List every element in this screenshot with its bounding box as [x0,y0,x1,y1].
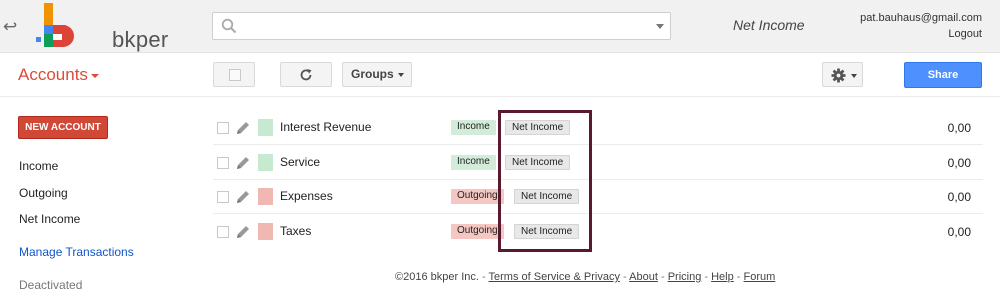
account-name[interactable]: Expenses [280,189,333,203]
top-header: ↩ bkper Net Income pat.bauhaus@gmail.com… [0,0,1000,53]
footer-separator: - [660,271,668,283]
user-email: pat.bauhaus@gmail.com [860,12,982,24]
accounts-menu[interactable]: Accounts [18,65,99,85]
sidebar-item-income[interactable]: Income [19,159,58,173]
account-color-swatch [258,223,273,240]
pencil-icon[interactable] [235,189,251,205]
row-checkbox[interactable] [217,226,229,238]
account-color-swatch [258,188,273,205]
logout-link[interactable]: Logout [948,28,982,40]
account-type-badge: Income [451,155,496,170]
pencil-icon[interactable] [235,155,251,171]
account-type-badge: Outgoing [451,224,504,239]
account-type-badge: Outgoing [451,189,504,204]
account-name[interactable]: Service [280,155,320,169]
table-row[interactable]: Interest Revenue Income Net Income 0,00 [213,111,983,145]
account-name[interactable]: Taxes [280,224,311,238]
footer-separator: - [736,271,744,283]
chevron-down-icon [397,72,404,77]
search-input[interactable] [245,16,645,36]
groups-button[interactable]: Groups [342,62,412,87]
book-name: Net Income [733,17,805,33]
table-row[interactable]: Expenses Outgoing Net Income 0,00 [213,180,983,214]
sidebar-item-net-income[interactable]: Net Income [19,212,80,226]
footer-link-forum[interactable]: Forum [744,271,776,283]
gear-icon [831,68,846,83]
account-type-badge: Income [451,120,496,135]
logo-mark-icon [36,3,74,47]
row-checkbox[interactable] [217,157,229,169]
row-checkbox[interactable] [217,191,229,203]
footer-link-pricing[interactable]: Pricing [668,271,702,283]
account-balance: 0,00 [947,156,971,170]
footer-copyright: ©2016 bkper Inc. [395,271,479,283]
footer-link-terms[interactable]: Terms of Service & Privacy [489,271,620,283]
row-checkbox[interactable] [217,122,229,134]
account-balance: 0,00 [947,225,971,239]
footer-link-help[interactable]: Help [711,271,734,283]
manage-transactions-link[interactable]: Manage Transactions [19,245,134,259]
footer-link-about[interactable]: About [629,271,658,283]
table-row[interactable]: Service Income Net Income 0,00 [213,146,983,180]
account-color-swatch [258,119,273,136]
bkper-logo[interactable]: bkper [34,3,168,52]
new-account-button[interactable]: NEW ACCOUNT [18,116,108,139]
account-balance: 0,00 [947,190,971,204]
footer: ©2016 bkper Inc. - Terms of Service & Pr… [395,271,775,283]
share-button[interactable]: Share [904,62,982,88]
back-arrow-icon[interactable]: ↩ [3,17,17,37]
settings-button[interactable] [822,62,863,87]
pencil-icon[interactable] [235,120,251,136]
pencil-icon[interactable] [235,224,251,240]
account-balance: 0,00 [947,121,971,135]
refresh-button[interactable] [280,62,332,87]
toolbar: Accounts Groups Share [0,53,1000,97]
account-name[interactable]: Interest Revenue [280,120,371,134]
chevron-down-icon [90,73,99,78]
sidebar-item-outgoing[interactable]: Outgoing [19,186,68,200]
highlight-annotation-box [498,110,592,252]
groups-label: Groups [351,67,394,81]
search-dropdown-icon[interactable] [656,24,664,29]
accounts-title: Accounts [18,65,88,84]
chevron-down-icon [851,74,857,78]
select-all-button[interactable] [213,62,255,87]
checkbox-icon [229,69,241,81]
table-row[interactable]: Taxes Outgoing Net Income 0,00 [213,215,983,249]
refresh-icon [300,69,312,81]
logo-text: bkper [112,27,169,52]
account-color-swatch [258,154,273,171]
deactivated-link[interactable]: Deactivated [19,278,82,292]
search-icon [221,18,237,34]
search-box[interactable] [212,12,671,40]
